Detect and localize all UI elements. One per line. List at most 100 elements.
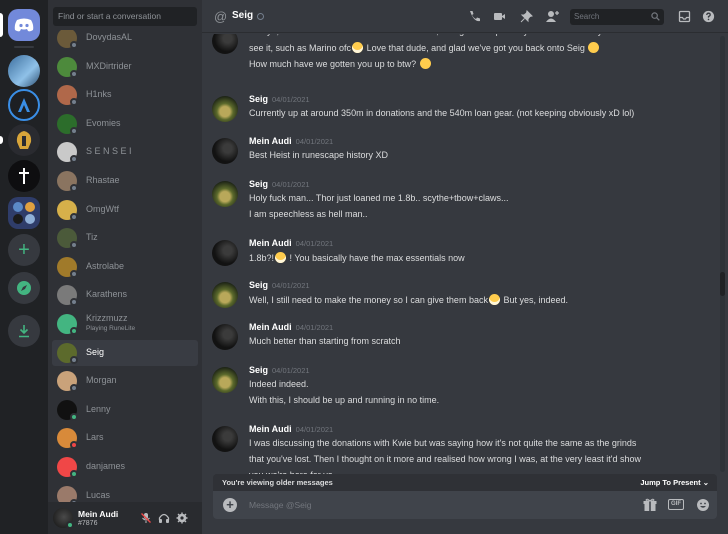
server-icon[interactable]: [8, 160, 40, 192]
dm-name: Lenny: [86, 403, 111, 414]
inbox-icon[interactable]: [678, 10, 691, 23]
helmet-icon: [16, 131, 32, 149]
status-dot: [70, 355, 78, 364]
server-icon[interactable]: [8, 89, 40, 121]
message-author[interactable]: Seig: [249, 365, 268, 375]
folder-server: [25, 202, 35, 212]
add-friends-icon[interactable]: [545, 10, 560, 23]
dm-item[interactable]: Krizzmuzz Playing RuneLite: [52, 311, 198, 337]
message-avatar[interactable]: [212, 181, 238, 207]
dm-name: H1nks: [86, 89, 112, 100]
server-icon[interactable]: [8, 55, 40, 87]
emoji-icon[interactable]: [696, 498, 710, 512]
dm-item[interactable]: Tiz: [52, 225, 198, 251]
explore-servers-button[interactable]: [8, 272, 40, 304]
user-status-dot: [66, 521, 74, 529]
message-author[interactable]: Seig: [249, 280, 268, 290]
dm-item[interactable]: Lucas: [52, 483, 198, 502]
message-text: I was discussing the donations with Kwie…: [249, 438, 637, 448]
message-header: Seig 04/01/2021: [249, 280, 310, 290]
scrollbar-track[interactable]: [720, 36, 725, 472]
status-dot: [70, 470, 78, 478]
message-author[interactable]: Mein Audi: [249, 238, 292, 248]
message-timestamp: 04/01/2021: [272, 180, 310, 189]
dm-item[interactable]: Evomies: [52, 111, 198, 137]
dm-item[interactable]: OmgWtf: [52, 197, 198, 223]
mute-icon[interactable]: [140, 512, 152, 524]
message-avatar[interactable]: [212, 34, 238, 54]
home-button[interactable]: [8, 9, 40, 41]
folder-server: [13, 202, 23, 212]
message-author[interactable]: Seig: [249, 94, 268, 104]
dm-name: Astrolabe: [86, 260, 125, 271]
dm-item[interactable]: danjames: [52, 454, 198, 480]
video-call-icon[interactable]: [493, 10, 506, 23]
dm-item[interactable]: S E N S E I: [52, 139, 198, 165]
voice-call-icon[interactable]: [468, 10, 481, 23]
message-text: Indeed indeed.: [249, 379, 309, 389]
jump-to-present-button[interactable]: Jump To Present ⌄: [640, 478, 709, 487]
message-avatar[interactable]: [212, 96, 238, 122]
message-list: Hell ye, send it dude! Do it as a soft n…: [202, 34, 718, 474]
message-text: How much have we gotten you up to btw?: [249, 58, 432, 69]
message-header: Mein Audi 04/01/2021: [249, 238, 333, 248]
dm-search-input[interactable]: Find or start a conversation: [53, 7, 197, 26]
message-composer: + Message @Seig GIF: [213, 491, 717, 519]
upload-plus-icon[interactable]: +: [223, 498, 237, 512]
dm-name: Karathens: [86, 289, 128, 300]
message-avatar[interactable]: [212, 138, 238, 164]
header-search-input[interactable]: Search: [570, 9, 664, 25]
message-header: Mein Audi 04/01/2021: [249, 136, 333, 146]
message-text: Best Heist in runescape history XD: [249, 150, 389, 160]
at-icon: @: [214, 9, 228, 24]
message-input[interactable]: Message @Seig: [249, 500, 312, 510]
message-timestamp: 04/01/2021: [272, 366, 310, 375]
pinned-messages-icon[interactable]: [520, 10, 533, 23]
status-dot: [70, 41, 78, 49]
dm-name: Seig: [86, 346, 105, 357]
settings-gear-icon[interactable]: [176, 512, 188, 524]
server-icon[interactable]: [8, 124, 40, 156]
channel-name: Seig: [232, 10, 254, 21]
dm-item[interactable]: DovydasAL: [52, 30, 198, 51]
dm-item[interactable]: Astrolabe: [52, 254, 198, 280]
discord-logo-icon: [14, 18, 34, 32]
message-header: Mein Audi 04/01/2021: [249, 424, 333, 434]
dm-item[interactable]: Lenny: [52, 397, 198, 423]
dm-item[interactable]: Seig: [52, 339, 198, 366]
plus-icon: +: [18, 238, 30, 261]
message-avatar[interactable]: [212, 240, 238, 266]
dm-item[interactable]: Karathens: [52, 282, 198, 308]
dm-name: OmgWtf: [86, 203, 119, 214]
message-author[interactable]: Mein Audi: [249, 322, 292, 332]
add-server-button[interactable]: +: [8, 234, 40, 266]
dm-name: Krizzmuzz: [86, 313, 128, 323]
status-dot: [70, 327, 78, 335]
dm-item[interactable]: Rhastae: [52, 168, 198, 194]
dm-item[interactable]: MXDirtrider: [52, 54, 198, 80]
scrollbar-thumb[interactable]: [720, 272, 725, 296]
dm-name: Rhastae: [86, 175, 120, 185]
message-author[interactable]: Mein Audi: [249, 136, 292, 146]
a-logo-icon: [18, 98, 30, 112]
status-dot: [70, 184, 78, 192]
message-avatar[interactable]: [212, 324, 238, 350]
server-folder[interactable]: [8, 197, 40, 229]
message-author[interactable]: Seig: [249, 179, 268, 189]
message-avatar[interactable]: [212, 426, 238, 452]
dm-item[interactable]: H1nks: [52, 82, 198, 108]
status-dot: [70, 126, 78, 135]
download-apps-button[interactable]: [8, 315, 40, 347]
dm-item[interactable]: Lars: [52, 425, 198, 451]
message-author[interactable]: Mein Audi: [249, 424, 292, 434]
dm-item[interactable]: Morgan: [52, 368, 198, 394]
headphones-icon[interactable]: [158, 512, 170, 524]
message-avatar[interactable]: [212, 367, 238, 393]
dm-name: S E N S E I: [86, 146, 132, 157]
message-header: Seig 04/01/2021: [249, 94, 310, 104]
message-avatar[interactable]: [212, 282, 238, 308]
gift-icon[interactable]: [643, 498, 657, 512]
message-header: Mein Audi 04/01/2021: [249, 322, 333, 332]
gif-button[interactable]: GIF: [668, 499, 684, 510]
help-icon[interactable]: [702, 10, 715, 23]
